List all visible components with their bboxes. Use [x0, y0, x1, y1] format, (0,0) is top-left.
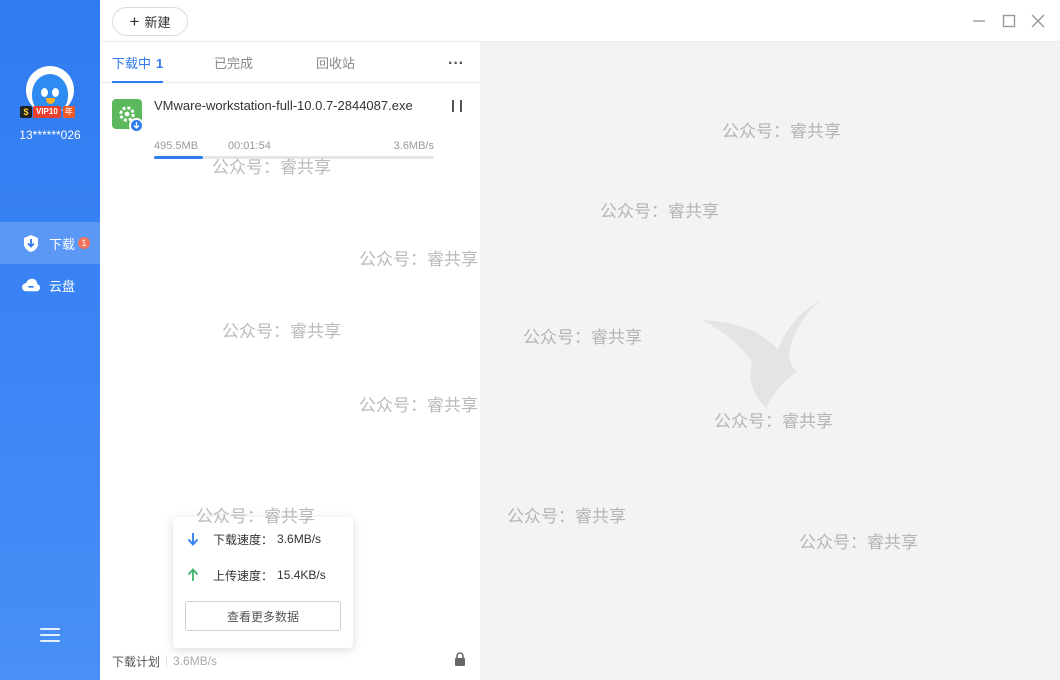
download-speed-value: 3.6MB/s — [277, 532, 322, 546]
vip-year: 年 — [62, 106, 75, 118]
hamburger-menu-icon[interactable] — [40, 628, 60, 644]
upload-speed-row: 上传速度： 15.4KB/s — [185, 567, 326, 583]
sidebar-item-cloud[interactable]: 云盘 — [0, 264, 100, 306]
close-icon[interactable] — [1030, 13, 1046, 29]
new-task-button[interactable]: + 新建 — [112, 7, 188, 36]
download-tabs: 下载中 1 已完成 回收站 ··· — [100, 42, 480, 83]
sidebar-item-label: 下载 — [49, 236, 76, 252]
installer-file-icon — [112, 99, 144, 133]
tab-downloading[interactable]: 下载中 1 — [112, 53, 164, 83]
sidebar-item-label: 云盘 — [49, 278, 76, 294]
view-more-data-button[interactable]: 查看更多数据 — [185, 601, 341, 631]
maximize-icon[interactable] — [1001, 13, 1017, 29]
account-name: 13******026 — [19, 128, 81, 142]
vip-badge[interactable]: $ VIP10 年 — [20, 106, 75, 118]
upload-speed-value: 15.4KB/s — [277, 568, 326, 582]
list-footer: 下载计划 3.6MB/s — [112, 653, 217, 669]
vip-s-mark: $ — [20, 106, 32, 118]
minimize-icon[interactable] — [971, 13, 987, 29]
lock-icon[interactable] — [453, 652, 467, 666]
task-file-name: VMware-workstation-full-10.0.7-2844087.e… — [154, 98, 413, 113]
sidebar-item-download[interactable]: 下载 1 — [0, 222, 100, 264]
download-badge-icon — [129, 118, 144, 133]
cloud-icon — [22, 276, 40, 294]
task-progress-fill — [154, 156, 203, 159]
footer-divider — [166, 655, 168, 667]
sidebar: $ VIP10 年 13******026 下载 1 云盘 — [0, 0, 100, 680]
task-meta: 495.5MB 00:01:54 3.6MB/s — [154, 140, 434, 152]
tab-recycle-bin[interactable]: 回收站 — [316, 53, 355, 83]
footer-speed[interactable]: 3.6MB/s — [173, 654, 217, 668]
task-remaining-time: 00:01:54 — [228, 140, 271, 152]
new-task-label: 新建 — [144, 15, 171, 30]
arrow-up-icon — [185, 567, 201, 583]
tab-label: 下载中 — [112, 56, 152, 71]
download-plan-link[interactable]: 下载计划 — [112, 653, 160, 670]
plus-icon: + — [129, 12, 140, 31]
download-speed-label: 下载速度： — [213, 532, 274, 547]
arrow-down-icon — [185, 531, 201, 547]
download-speed-row: 下载速度： 3.6MB/s — [185, 531, 321, 547]
upload-speed-label: 上传速度： — [213, 568, 274, 583]
task-detail-empty-panel — [480, 42, 1060, 680]
speed-popup: 下载速度： 3.6MB/s 上传速度： 15.4KB/s 查看更多数据 — [173, 517, 353, 648]
top-toolbar: + 新建 — [100, 0, 1060, 42]
download-count-badge: 1 — [78, 237, 91, 249]
download-task-row[interactable]: VMware-workstation-full-10.0.7-2844087.e… — [100, 84, 480, 164]
vip-level: VIP10 — [33, 106, 61, 118]
task-size: 495.5MB — [154, 140, 199, 152]
hummingbird-logo-icon — [702, 300, 820, 408]
more-options-button[interactable]: ··· — [448, 55, 464, 73]
pause-icon[interactable] — [452, 100, 462, 112]
task-speed: 3.6MB/s — [393, 140, 434, 152]
download-shield-icon — [22, 234, 40, 252]
tab-count: 1 — [156, 56, 164, 71]
tab-completed[interactable]: 已完成 — [214, 53, 253, 83]
task-progress-bar — [154, 156, 434, 159]
